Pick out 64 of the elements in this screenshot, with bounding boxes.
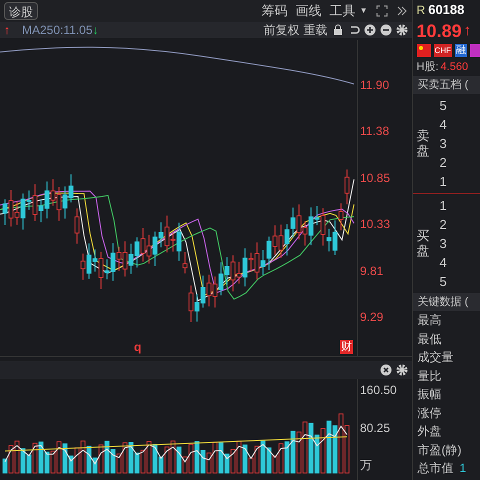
chart-action-button[interactable]: 前复权 xyxy=(264,21,300,39)
h-share-label: H股: xyxy=(416,60,439,75)
order-level: 3 xyxy=(440,135,447,153)
key-data-label: 市盈(静) xyxy=(418,442,462,459)
order-level: 2 xyxy=(440,154,447,172)
stock-code: 60188 xyxy=(428,1,464,20)
order-level: 5 xyxy=(440,273,447,291)
order-level: 4 xyxy=(440,254,447,272)
order-level: 4 xyxy=(440,116,447,134)
key-data-header[interactable]: 关键数据 ( xyxy=(412,293,480,311)
stock-price: 10.89 xyxy=(416,20,462,42)
diagnose-button[interactable]: 诊股 xyxy=(4,2,38,20)
up-arrow-icon: ↑ xyxy=(4,21,10,39)
price-axis-label: 10.33 xyxy=(360,216,392,234)
h-share-price: 4.560 xyxy=(440,60,468,75)
price-axis-label: 10.85 xyxy=(360,170,392,187)
price-axis-label: 11.90 xyxy=(360,77,390,94)
down-arrow-icon: ↓ xyxy=(92,21,98,39)
lock-icon[interactable] xyxy=(332,24,344,36)
sell-side-label: 卖盘 xyxy=(416,129,430,158)
zoom-in-icon[interactable] xyxy=(364,24,376,36)
key-data-value: 1 xyxy=(460,460,466,478)
volume-axis-label: 160.50 xyxy=(360,382,398,399)
order-level: 5 xyxy=(440,97,447,115)
key-data-label: 最低 xyxy=(418,330,442,348)
order-level: 3 xyxy=(440,235,447,253)
key-data-label: 最高 xyxy=(418,312,442,330)
chevron-right-icon[interactable] xyxy=(396,5,408,17)
buy-side-label: 买盘 xyxy=(416,229,430,258)
settings-icon[interactable] xyxy=(396,364,408,376)
key-data-label: 外盘 xyxy=(418,423,442,440)
volume-axis-label: 万 xyxy=(360,457,373,474)
chart-marker-text: q xyxy=(134,339,142,356)
volume-axis-label: 80.25 xyxy=(360,420,392,436)
order-level: 1 xyxy=(440,197,447,215)
price-axis-label: 9.81 xyxy=(360,262,384,280)
price-axis-label: 11.38 xyxy=(360,123,390,140)
tag-badge xyxy=(470,44,480,56)
candle xyxy=(74,208,80,244)
order-level: 2 xyxy=(440,216,447,234)
key-data-label: 量比 xyxy=(418,368,442,385)
key-data-label: 成交量 xyxy=(418,349,454,366)
ma250-label: MA250:11.05 xyxy=(22,22,92,39)
close-icon[interactable] xyxy=(380,364,392,376)
toolbar-button[interactable]: 筹码 xyxy=(262,1,288,21)
market-label: R xyxy=(416,2,426,19)
order-level: 1 xyxy=(440,173,447,191)
key-data-label: 涨停 xyxy=(418,404,442,422)
chart-action-button[interactable]: 重载 xyxy=(304,21,328,39)
key-data-label: 总市值 xyxy=(418,460,454,478)
finance-badge[interactable]: 财 xyxy=(340,340,353,354)
fullscreen-icon[interactable] xyxy=(376,5,388,17)
zoom-out-icon[interactable] xyxy=(380,24,392,36)
market-badge: CHF xyxy=(434,44,452,56)
up-arrow-icon: ↑ xyxy=(464,20,472,42)
flag-icon xyxy=(416,44,431,56)
margin-badge: 融 xyxy=(455,44,467,56)
toolbar-button[interactable]: 画线 xyxy=(296,1,322,21)
key-data-label: 振幅 xyxy=(418,386,442,404)
order-book-header[interactable]: 买卖五档 ( xyxy=(412,76,480,94)
price-axis-label: 9.29 xyxy=(360,308,384,326)
caret-icon: ▼ xyxy=(360,5,368,17)
tools-menu[interactable]: 工具 ▼ xyxy=(330,1,368,21)
settings-icon[interactable] xyxy=(396,24,408,36)
